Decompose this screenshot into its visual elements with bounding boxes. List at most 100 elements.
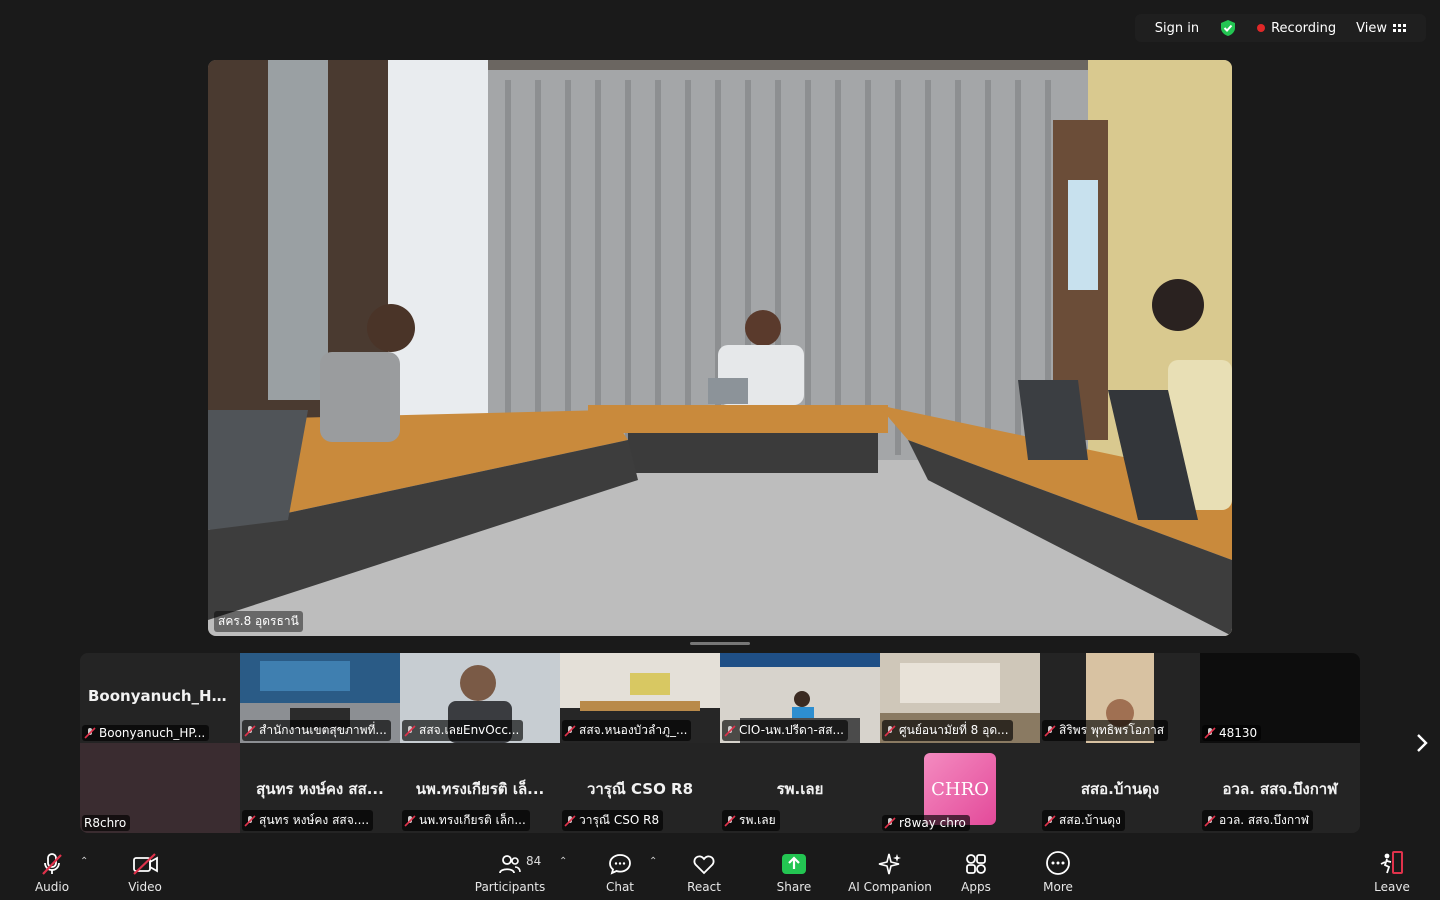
top-status-bar: Sign in Recording View xyxy=(1134,14,1426,42)
participant-tile[interactable]: CIO-นพ.ปรีดา-สส... xyxy=(720,653,880,743)
panel-resize-handle[interactable] xyxy=(690,642,750,645)
participant-tile[interactable]: 48130 xyxy=(1200,653,1360,743)
participant-label: อวล. สสจ.บึงกาฬ xyxy=(1202,810,1314,831)
chat-label: Chat xyxy=(605,880,635,894)
video-label: Video xyxy=(128,880,162,894)
active-speaker-video[interactable]: สคร.8 อุดรธานี xyxy=(208,60,1232,636)
mic-muted-icon xyxy=(404,814,416,827)
mic-muted-icon xyxy=(1044,814,1056,827)
participant-label: สสอ.บ้านดุง xyxy=(1042,810,1125,831)
participant-tile[interactable]: รพ.เลย รพ.เลย xyxy=(720,743,880,833)
more-icon xyxy=(1046,851,1070,875)
participant-name: Boonyanuch_HP... xyxy=(99,726,206,740)
view-label: View xyxy=(1356,20,1387,36)
participant-label: สสจ.เลยEnvOcc... xyxy=(402,720,524,741)
participant-name-large: อวล. สสจ.บึงกาฬ xyxy=(1222,780,1338,798)
participant-name: CIO-นพ.ปรีดา-สส... xyxy=(739,723,844,737)
audio-label: Audio xyxy=(34,880,70,894)
participant-label: วารุณี CSO R8 xyxy=(562,810,664,831)
mic-muted-icon xyxy=(884,817,896,829)
heart-icon xyxy=(693,855,715,875)
participant-label: สสจ.หนองบัวลำภู_... xyxy=(562,720,692,741)
audio-options-caret[interactable]: ⌃ xyxy=(80,856,88,867)
sign-in-button[interactable]: Sign in xyxy=(1145,21,1209,36)
participant-name: สสจ.เลยEnvOcc... xyxy=(419,723,520,737)
participants-count: 84 xyxy=(526,854,542,868)
gallery-strip: Boonyanuch_HP... Boonyanuch_HP... สำนักง… xyxy=(80,653,1360,833)
participant-tile[interactable]: สุนทร หงษ์คง สส... สุนทร หงษ์คง สสจ.... xyxy=(240,743,400,833)
view-button[interactable]: View xyxy=(1346,21,1416,36)
ai-companion-button[interactable]: AI Companion xyxy=(848,842,932,900)
participant-tile[interactable]: ศูนย์อนามัยที่ 8 อุด... xyxy=(880,653,1040,743)
participant-name: รพ.เลย xyxy=(739,813,776,827)
participant-name: สำนักงานเขตสุขภาพที่... xyxy=(259,723,387,737)
more-label: More xyxy=(1043,880,1073,894)
participant-tile[interactable]: อวล. สสจ.บึงกาฬ อวล. สสจ.บึงกาฬ xyxy=(1200,743,1360,833)
participant-tile[interactable]: สสอ.บ้านดุง สสอ.บ้านดุง xyxy=(1040,743,1200,833)
participants-options-caret[interactable]: ⌃ xyxy=(559,856,567,867)
participant-name: สสอ.บ้านดุง xyxy=(1059,813,1121,827)
participant-label: รพ.เลย xyxy=(722,810,780,831)
participant-tile[interactable]: สำนักงานเขตสุขภาพที่... xyxy=(240,653,400,743)
ai-companion-label: AI Companion xyxy=(848,880,932,894)
chat-options-caret[interactable]: ⌃ xyxy=(649,856,657,867)
video-button[interactable]: Video xyxy=(122,842,168,900)
chevron-right-icon xyxy=(1417,734,1428,752)
mic-muted-icon xyxy=(1044,724,1056,737)
encryption-shield-icon[interactable] xyxy=(1209,19,1247,37)
recording-dot-icon xyxy=(1257,24,1266,32)
participant-label: CIO-นพ.ปรีดา-สส... xyxy=(722,720,848,741)
share-button[interactable]: Share xyxy=(772,842,816,900)
participant-tile[interactable]: สิริพร พุทธิพรโอภาส xyxy=(1040,653,1200,743)
participant-label: 48130 xyxy=(1202,725,1262,741)
chat-button[interactable]: Chat xyxy=(600,842,640,900)
participant-name: นพ.ทรงเกียรติ เล็ก... xyxy=(419,813,526,827)
participant-label: r8way chro xyxy=(882,815,970,831)
participant-name-large: สสอ.บ้านดุง xyxy=(1080,780,1160,798)
more-button[interactable]: More xyxy=(1038,842,1078,900)
mic-muted-icon xyxy=(724,724,736,737)
mic-muted-icon xyxy=(884,724,896,737)
participant-name-large: Boonyanuch_HP... xyxy=(88,687,237,705)
mic-muted-icon xyxy=(564,724,576,737)
participant-name: สุนทร หงษ์คง สสจ.... xyxy=(259,813,370,827)
mic-muted-icon xyxy=(1204,727,1216,739)
participant-name: ศูนย์อนามัยที่ 8 อุด... xyxy=(899,723,1009,737)
chro-avatar-text: CHRO xyxy=(931,778,989,800)
participant-name-large: วารุณี CSO R8 xyxy=(586,780,694,798)
apps-button[interactable]: Apps xyxy=(956,842,996,900)
participants-button[interactable]: Participants xyxy=(474,842,546,900)
leave-button[interactable]: Leave xyxy=(1372,842,1412,900)
apps-label: Apps xyxy=(961,880,991,894)
react-button[interactable]: React xyxy=(684,842,724,900)
gallery-next-page-button[interactable] xyxy=(1410,730,1434,756)
participant-tile[interactable]: สสจ.หนองบัวลำภู_... xyxy=(560,653,720,743)
participant-label: สำนักงานเขตสุขภาพที่... xyxy=(242,720,391,741)
participant-tile[interactable]: CHRO r8way chro xyxy=(880,743,1040,833)
participant-label: ศูนย์อนามัยที่ 8 อุด... xyxy=(882,720,1013,741)
sign-in-label: Sign in xyxy=(1154,20,1200,36)
leave-icon xyxy=(1380,851,1403,874)
mic-muted-icon xyxy=(84,727,96,739)
audio-button[interactable]: Audio xyxy=(30,842,74,900)
participants-icon xyxy=(499,855,521,874)
participant-tile[interactable]: สสจ.เลยEnvOcc... xyxy=(400,653,560,743)
participant-name-large: นพ.ทรงเกียรติ เล็... xyxy=(415,780,545,798)
participant-name-large: รพ.เลย xyxy=(776,780,824,798)
participant-tile[interactable]: R8chro xyxy=(80,743,240,833)
mic-muted-icon xyxy=(404,724,416,737)
main-video-name-label: สคร.8 อุดรธานี xyxy=(214,611,303,632)
participant-label: สิริพร พุทธิพรโอภาส xyxy=(1042,720,1169,741)
participant-tile[interactable]: นพ.ทรงเกียรติ เล็... นพ.ทรงเกียรติ เล็ก.… xyxy=(400,743,560,833)
participant-tile[interactable]: วารุณี CSO R8 วารุณี CSO R8 xyxy=(560,743,720,833)
leave-label: Leave xyxy=(1374,880,1410,894)
participant-name: 48130 xyxy=(1219,726,1258,740)
share-screen-icon xyxy=(782,854,806,874)
participant-name: สิริพร พุทธิพรโอภาส xyxy=(1059,723,1165,737)
mic-muted-icon xyxy=(724,814,736,827)
participant-label: นพ.ทรงเกียรติ เล็ก... xyxy=(402,810,530,831)
participant-label: สุนทร หงษ์คง สสจ.... xyxy=(242,810,374,831)
participant-tile[interactable]: Boonyanuch_HP... Boonyanuch_HP... xyxy=(80,653,240,743)
participants-label: Participants xyxy=(474,880,546,894)
recording-indicator[interactable]: Recording xyxy=(1247,21,1346,36)
